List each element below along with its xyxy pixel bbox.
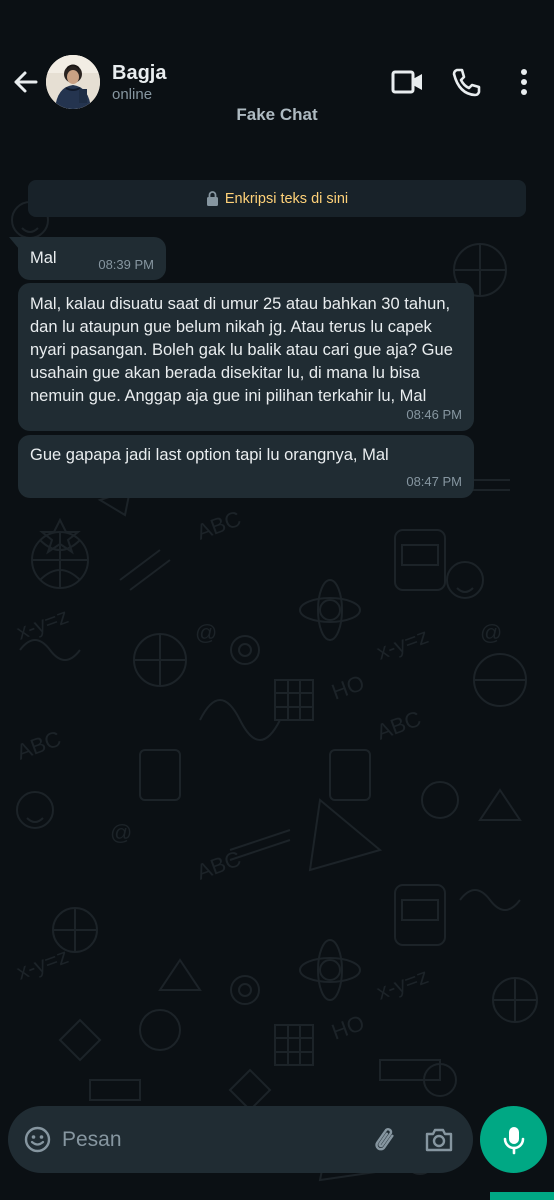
svg-text:ABC: ABC [193, 506, 244, 545]
svg-text:@: @ [110, 820, 132, 845]
svg-text:x-y=z: x-y=z [13, 603, 72, 645]
svg-text:HO: HO [328, 1010, 368, 1045]
more-options-button[interactable] [512, 66, 536, 98]
emoji-icon [24, 1126, 51, 1153]
svg-text:@: @ [480, 620, 502, 645]
back-button[interactable] [8, 64, 44, 100]
bottom-accent-strip [490, 1192, 554, 1200]
svg-text:x-y=z: x-y=z [373, 623, 432, 665]
header-subtitle: Fake Chat [236, 105, 318, 124]
contact-status: online [112, 86, 153, 103]
emoji-button[interactable] [24, 1126, 51, 1153]
message-text: Mal, kalau disuatu saat di umur 25 atau … [30, 295, 453, 405]
message-text: Gue gapapa jadi last option tapi lu oran… [30, 446, 389, 464]
svg-text:@: @ [195, 620, 217, 645]
microphone-icon [503, 1126, 524, 1154]
svg-text:ABC: ABC [373, 706, 424, 745]
camera-button[interactable] [424, 1126, 454, 1154]
paperclip-icon [375, 1128, 394, 1151]
message-input[interactable] [60, 1124, 354, 1156]
encryption-notice[interactable]: Enkripsi teks di sini [28, 180, 526, 217]
camera-icon [425, 1128, 453, 1152]
back-arrow-icon [14, 71, 38, 93]
message-time: 08:46 PM [406, 407, 462, 422]
svg-text:x-y=z: x-y=z [373, 963, 432, 1005]
phone-icon [452, 68, 481, 97]
contact-avatar[interactable] [46, 55, 100, 109]
svg-text:ABC: ABC [193, 846, 244, 885]
message-bubble[interactable]: Gue gapapa jadi last option tapi lu oran… [18, 435, 474, 498]
message-time: 08:39 PM [98, 257, 154, 272]
chat-header: Bagja online Fake Chat [0, 0, 554, 135]
video-call-icon [391, 70, 422, 94]
message-time: 08:47 PM [406, 474, 462, 489]
message-composer [8, 1106, 473, 1173]
svg-text:HO: HO [328, 670, 368, 705]
voice-message-button[interactable] [480, 1106, 547, 1173]
encryption-notice-text: Enkripsi teks di sini [224, 190, 349, 207]
svg-text:ABC: ABC [13, 726, 64, 765]
lock-icon [206, 191, 218, 206]
voice-call-button[interactable] [450, 66, 482, 98]
message-bubble[interactable]: Mal 08:39 PM [18, 237, 166, 280]
more-vert-icon [521, 69, 527, 95]
svg-text:x-y=z: x-y=z [13, 943, 72, 985]
video-call-button[interactable] [390, 66, 424, 98]
contact-name[interactable]: Bagja [112, 62, 166, 85]
message-text: Mal [30, 249, 57, 267]
attach-button[interactable] [371, 1125, 401, 1155]
message-bubble[interactable]: Mal, kalau disuatu saat di umur 25 atau … [18, 283, 474, 431]
